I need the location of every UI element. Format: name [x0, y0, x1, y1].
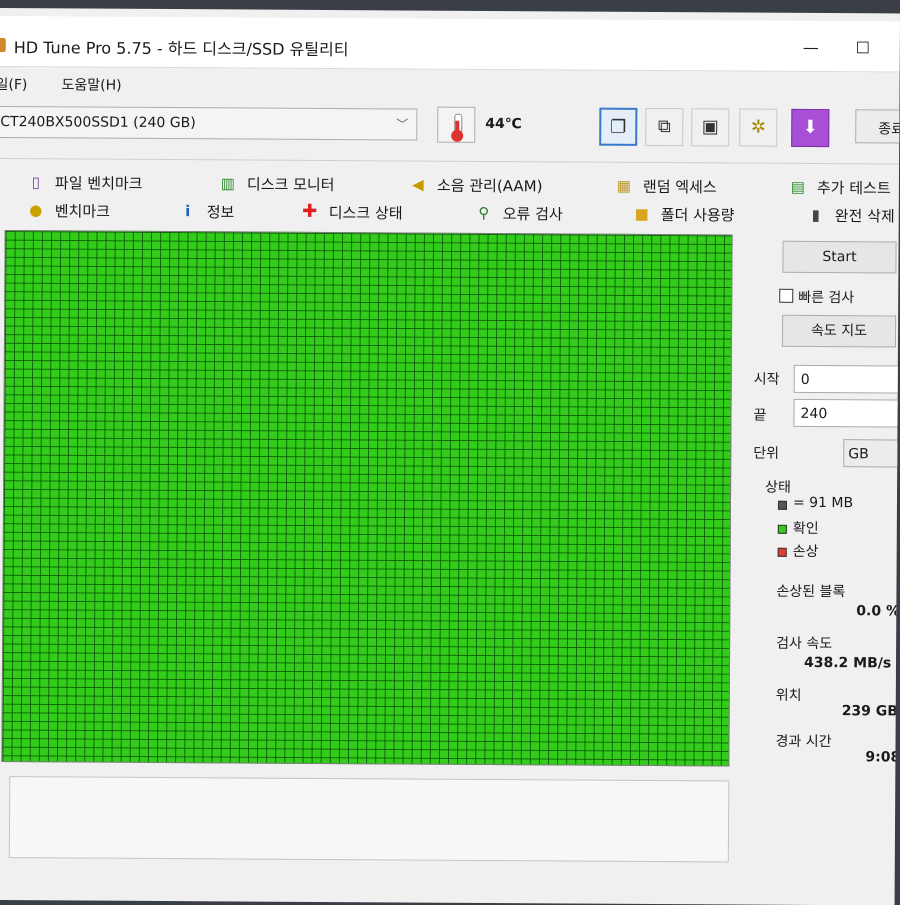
legend-block-size: = 91 MB: [793, 495, 853, 511]
position-label: 위치: [776, 685, 802, 705]
menu-bar: 일(F) 도움말(H): [0, 67, 900, 102]
tab-label: 추가 테스트: [817, 177, 891, 198]
menu-help[interactable]: 도움말(H): [61, 74, 121, 94]
position-value: 239 GB: [842, 703, 898, 719]
legend-damaged-swatch: [778, 548, 787, 557]
settings-icon: ✲: [740, 117, 776, 138]
tab-label: 폴더 사용량: [661, 204, 735, 225]
start-field-label: 시작: [754, 369, 780, 389]
chevron-down-icon: ﹀: [396, 115, 408, 132]
quick-scan-checkbox[interactable]: [779, 289, 793, 303]
damaged-blocks-value: 0.0 %: [856, 603, 900, 619]
exit-button[interactable]: 종료: [855, 109, 900, 143]
save-button[interactable]: ⬇: [791, 109, 829, 147]
tab-label: 디스크 상태: [329, 202, 403, 223]
drive-dropdown[interactable]: CT240BX500SSD1 (240 GB) ﹀: [0, 106, 417, 141]
legend-ok-swatch: [778, 525, 787, 534]
speaker-icon: ◀: [409, 176, 427, 194]
copy-info-button[interactable]: ❐: [599, 108, 637, 146]
unit-dropdown-value: GB: [848, 446, 869, 462]
health-cross-icon: ✚: [301, 203, 319, 221]
legend-damaged-label: 손상: [793, 541, 819, 561]
maximize-button[interactable]: ☐: [842, 33, 884, 63]
temperature-box: [437, 107, 475, 143]
folder-icon: ■: [633, 205, 651, 223]
unit-dropdown[interactable]: GB: [843, 439, 900, 467]
disk-monitor-icon: ▥: [219, 174, 237, 192]
speed-map-button[interactable]: 속도 지도: [782, 315, 896, 348]
elapsed-value: 9:08: [865, 749, 900, 765]
file-benchmark-icon: ▯: [27, 173, 45, 191]
trash-icon: ▮: [807, 206, 825, 224]
tab-label: 벤치마크: [55, 200, 110, 221]
random-access-icon: ▦: [615, 177, 633, 195]
title-bar: HD Tune Pro 5.75 - 하드 디스크/SSD 유틸리티 — ☐: [0, 16, 900, 72]
save-icon: ⬇: [792, 117, 828, 138]
app-window: HD Tune Pro 5.75 - 하드 디스크/SSD 유틸리티 — ☐ 일…: [0, 8, 900, 905]
unit-field-label: 단위: [753, 443, 779, 463]
menu-file[interactable]: 일(F): [0, 74, 27, 94]
temperature-value: 44℃: [485, 116, 522, 132]
start-input-value: 0: [801, 372, 810, 388]
damaged-blocks-label: 손상된 블록: [776, 581, 845, 601]
tab-bar: ▯ 파일 벤치마크 ▥ 디스크 모니터 ◀ 소음 관리(AAM) ▦ 랜덤 엑세…: [0, 158, 899, 228]
window-title: HD Tune Pro 5.75 - 하드 디스크/SSD 유틸리티: [14, 34, 349, 60]
tab-label: 디스크 모니터: [247, 174, 335, 196]
tab-label: 정보: [207, 201, 235, 222]
magnifier-icon: ⚲: [475, 204, 493, 222]
copy-screenshot-button[interactable]: ⧉: [645, 108, 683, 146]
camera-icon: ▣: [692, 116, 728, 137]
drive-selected-value: CT240BX500SSD1 (240 GB): [0, 114, 196, 131]
legend-ok-label: 확인: [793, 518, 819, 538]
scan-speed-label: 검사 속도: [776, 633, 832, 653]
tab-label: 소음 관리(AAM): [437, 175, 543, 197]
end-input-value: 240: [800, 406, 827, 422]
tab-label: 파일 벤치마크: [55, 172, 143, 194]
thermometer-bulb: [451, 130, 463, 142]
extra-tests-icon: ▤: [789, 178, 807, 196]
exit-label: 종료: [878, 118, 900, 138]
start-input[interactable]: 0: [794, 365, 900, 394]
benchmark-icon: ●: [27, 201, 45, 219]
scan-speed-value: 438.2 MB/s: [804, 655, 891, 672]
quick-scan-label: 빠른 검사: [798, 287, 854, 307]
legend-block-swatch: [778, 501, 787, 510]
options-button[interactable]: ✲: [739, 109, 777, 147]
tab-label: 오류 검사: [503, 203, 563, 224]
copy-info-icon: ❐: [601, 117, 635, 138]
minimize-button[interactable]: —: [790, 33, 832, 63]
log-area: [9, 776, 729, 862]
screenshot-button[interactable]: ▣: [691, 108, 729, 146]
elapsed-label: 경과 시간: [775, 731, 831, 751]
start-button[interactable]: Start: [782, 241, 896, 274]
tab-label: 랜덤 엑세스: [643, 176, 717, 197]
app-icon: [0, 38, 6, 52]
end-input[interactable]: 240: [793, 399, 900, 428]
end-field-label: 끝: [753, 405, 766, 425]
legend-title: 상태: [765, 477, 791, 497]
tab-label: 완전 삭제: [835, 205, 895, 226]
info-icon: i: [179, 202, 197, 220]
copy-screenshot-icon: ⧉: [646, 116, 682, 137]
block-map: [1, 230, 732, 766]
